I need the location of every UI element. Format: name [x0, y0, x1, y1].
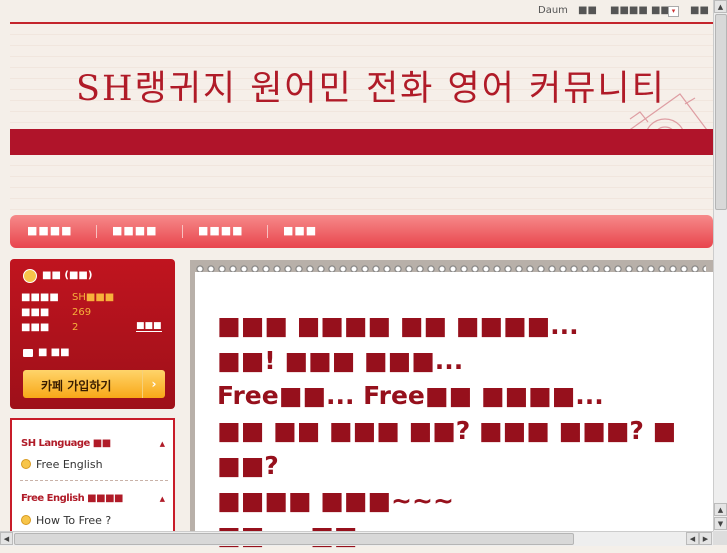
scroll-right-icon[interactable]: ▶: [699, 532, 712, 545]
smiley-icon: [21, 515, 31, 525]
collapse-icon[interactable]: ▲: [160, 440, 165, 448]
menu-item-3[interactable]: ■■■■: [198, 224, 244, 237]
menu-link-label: Free English: [36, 458, 103, 471]
menu-divider: [96, 225, 97, 238]
vertical-scrollbar[interactable]: ▲ ▲ ▼: [713, 0, 727, 531]
cafe-title[interactable]: SH랭귀지 원어민 전화 영어 커뮤니티: [76, 60, 666, 111]
avatar: [23, 269, 37, 283]
horizontal-scroll-thumb[interactable]: [14, 533, 574, 545]
header-band: [10, 129, 713, 155]
profile-value-3: 2: [72, 322, 79, 333]
top-link-3[interactable]: ■■: [690, 5, 709, 16]
mail-icon[interactable]: [23, 349, 33, 357]
profile-label-3: ■■■: [21, 322, 50, 333]
post-line: Free■■... Free■■ ■■■■...: [217, 381, 604, 410]
post-body: ■■■ ■■■■ ■■ ■■■■... ■■! ■■■ ■■■... Free■…: [217, 308, 676, 553]
profile-panel: ■■ (■■) ■■■■ SH■■■ ■■■ 269 ■■■ 2 ■■■ ■ ■…: [10, 259, 175, 409]
scroll-down-icon[interactable]: ▼: [714, 517, 727, 530]
side-menu: SH Language ■■ ▲ Free English Free Engli…: [10, 418, 175, 540]
cafe-header: SH랭귀지 원어민 전화 영어 커뮤니티: [10, 24, 715, 190]
scroll-left-icon[interactable]: ◀: [0, 532, 13, 545]
daum-link[interactable]: Daum: [538, 5, 568, 16]
header-lines: [10, 155, 713, 215]
content-page: ■■■ ■■■■ ■■ ■■■■... ■■! ■■■ ■■■... Free■…: [195, 272, 713, 550]
join-cafe-button[interactable]: 카페 가입하기 ›: [23, 370, 165, 398]
menu-link-free-english[interactable]: Free English: [21, 458, 103, 471]
scroll-left-icon[interactable]: ◀: [686, 532, 699, 545]
post-line: ■■! ■■■ ■■■...: [217, 346, 464, 375]
scroll-up-icon[interactable]: ▲: [714, 0, 727, 13]
top-link-2[interactable]: ■■■■ ■■: [610, 5, 670, 16]
menu-divider: [267, 225, 268, 238]
menu-divider: [182, 225, 183, 238]
main-menu: ■■■■ ■■■■ ■■■■ ■■■: [10, 215, 713, 248]
profile-label-1: ■■■■: [21, 292, 59, 303]
message-label[interactable]: ■ ■■: [38, 347, 70, 358]
scrollbar-corner: [713, 531, 727, 545]
more-link[interactable]: ■■■: [136, 321, 162, 332]
post-line: ■■?: [217, 451, 279, 480]
post-line: ■■ ■■ ■■■ ■■? ■■■ ■■■? ■: [217, 416, 677, 445]
chevron-right-icon: ›: [142, 370, 165, 398]
profile-value-1: SH■■■: [72, 292, 115, 303]
smiley-icon: [21, 459, 31, 469]
main-content: ■■■ ■■■■ ■■ ■■■■... ■■! ■■■ ■■■... Free■…: [190, 260, 713, 550]
join-cafe-label: 카페 가입하기: [41, 379, 112, 393]
menu-group-title[interactable]: Free English ■■■■: [21, 493, 123, 504]
profile-name: ■■ (■■): [42, 270, 93, 281]
profile-label-2: ■■■: [21, 307, 50, 318]
horizontal-scrollbar[interactable]: ◀ ◀ ▶: [0, 531, 713, 546]
menu-item-1[interactable]: ■■■■: [27, 224, 73, 237]
menu-link-how-to-free[interactable]: How To Free ?: [21, 514, 111, 527]
scroll-up-icon[interactable]: ▲: [714, 503, 727, 516]
menu-item-4[interactable]: ■■■: [283, 224, 317, 237]
profile-value-2: 269: [72, 307, 92, 318]
post-line: ■■■ ■■■■ ■■ ■■■■...: [217, 311, 579, 340]
collapse-icon[interactable]: ▲: [160, 495, 165, 503]
dropdown-icon[interactable]: ▾: [668, 6, 679, 17]
menu-group-title[interactable]: SH Language ■■: [21, 438, 111, 449]
post-line: ■■■■ ■■■~~~: [217, 486, 454, 515]
menu-link-label: How To Free ?: [36, 514, 112, 527]
menu-item-2[interactable]: ■■■■: [112, 224, 158, 237]
top-utility-bar: Daum ■■ ■■■■ ■■ ▾ ■■: [0, 0, 713, 22]
divider: [20, 480, 168, 481]
top-link-1[interactable]: ■■: [578, 5, 597, 16]
vertical-scroll-thumb[interactable]: [715, 14, 727, 210]
